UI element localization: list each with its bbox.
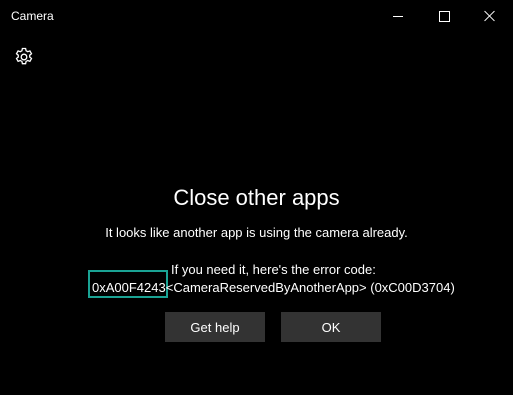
error-intro-text: If you need it, here's the error code: xyxy=(171,262,376,277)
app-title: Camera xyxy=(11,9,54,23)
close-icon xyxy=(484,10,496,22)
camera-window: Camera Close other apps It looks like an… xyxy=(0,0,513,395)
close-button[interactable] xyxy=(467,0,513,32)
settings-button[interactable] xyxy=(12,45,36,69)
title-bar[interactable]: Camera xyxy=(0,0,513,32)
maximize-icon xyxy=(438,10,450,22)
minimize-button[interactable] xyxy=(375,0,421,32)
maximize-button[interactable] xyxy=(421,0,467,32)
dialog-message: It looks like another app is using the c… xyxy=(105,225,408,240)
dialog-heading: Close other apps xyxy=(173,185,340,210)
get-help-button[interactable]: Get help xyxy=(165,312,265,342)
dialog-content: Close other apps It looks like another a… xyxy=(0,183,513,242)
minimize-icon xyxy=(393,15,403,17)
error-code-line: 0xA00F4243<CameraReservedByAnotherApp> (… xyxy=(92,280,455,296)
error-code: 0xA00F4243 xyxy=(92,280,166,295)
ok-button[interactable]: OK xyxy=(281,312,381,342)
error-detail: <CameraReservedByAnotherApp> (0xC00D3704… xyxy=(165,280,455,295)
gear-icon xyxy=(15,47,33,65)
